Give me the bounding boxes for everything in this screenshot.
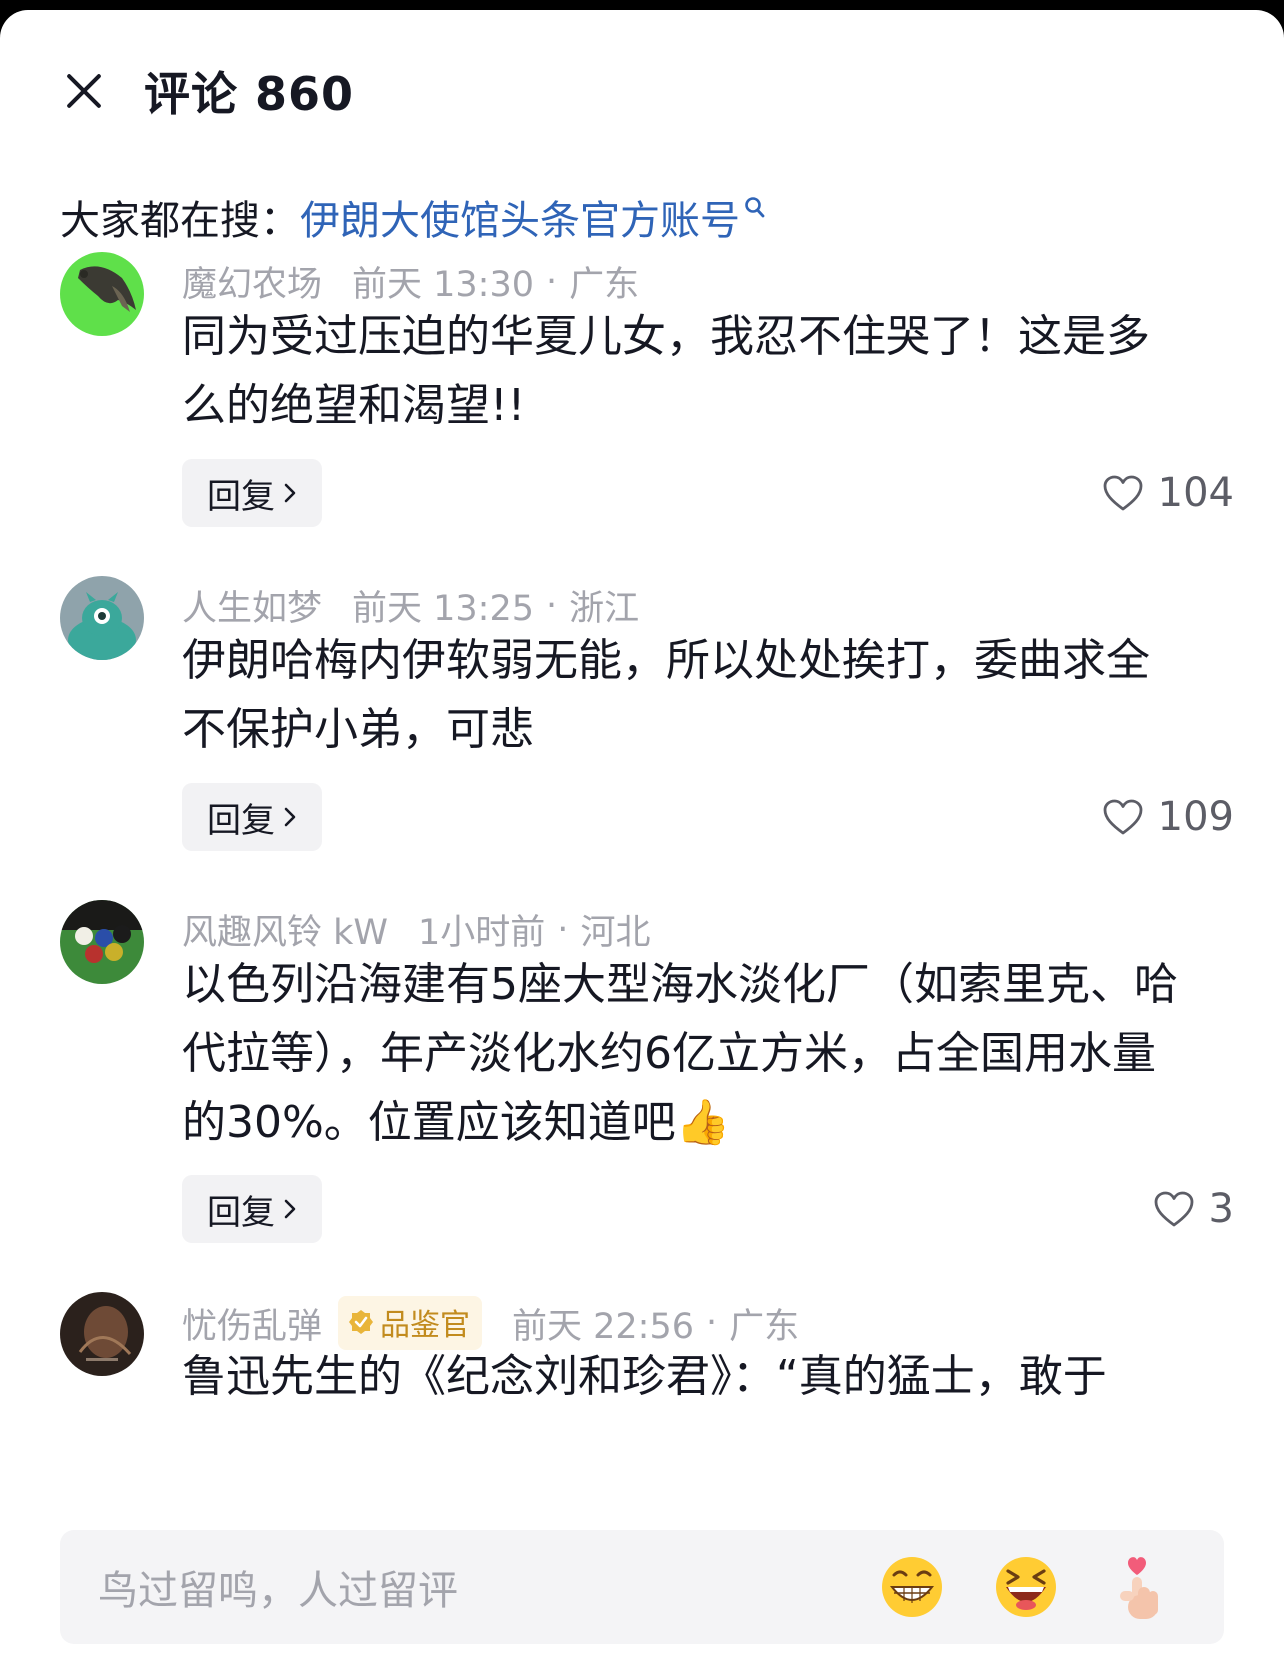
username[interactable]: 人生如梦 — [182, 580, 322, 631]
chevron-right-icon — [284, 483, 296, 503]
comment-location: 浙江 — [569, 589, 640, 629]
avatar[interactable] — [60, 576, 144, 660]
reply-button[interactable]: 回复 — [182, 1175, 322, 1243]
panel-header: 评论 860 — [60, 56, 354, 126]
comment-text: 以色列沿海建有5座大型海水淡化厂（如索里克、哈代拉等），年产淡化水约6亿立方米，… — [182, 959, 1178, 1148]
separator-dot: · — [546, 585, 558, 626]
like-button[interactable]: 3 — [1153, 1175, 1234, 1243]
like-button[interactable]: 109 — [1102, 783, 1234, 851]
comment-time: 1小时前 — [418, 913, 546, 953]
like-count: 3 — [1208, 1186, 1234, 1232]
comment-text: 鲁迅先生的《纪念刘和珍君》：“真的猛士，敢于 — [182, 1351, 1107, 1402]
grinning-face-emoji-button[interactable] — [876, 1551, 948, 1623]
heart-icon — [1154, 1191, 1193, 1227]
comment-location: 广东 — [729, 1306, 800, 1347]
reply-button[interactable]: 回复 — [182, 459, 322, 527]
comment-time: 前天 13:25 — [352, 589, 535, 629]
reply-label: 回复 — [207, 800, 275, 841]
hot-search-bar: 大家都在搜： 伊朗大使馆头条官方账号 — [60, 188, 766, 246]
hot-search-link[interactable]: 伊朗大使馆头条官方账号 — [300, 188, 766, 246]
like-button[interactable]: 104 — [1102, 459, 1234, 527]
comment-panel: 评论 860 大家都在搜： 伊朗大使馆头条官方账号 魔幻农场 前天 13:30 … — [0, 10, 1284, 1660]
heart-finger-emoji-button[interactable] — [1104, 1551, 1176, 1623]
comment-input[interactable]: 鸟过留鸣，人过留评 — [98, 1558, 876, 1616]
like-count: 109 — [1157, 794, 1234, 840]
comment-location: 河北 — [580, 913, 651, 953]
separator-dot: · — [557, 909, 569, 950]
hot-search-query: 伊朗大使馆头条官方账号 — [300, 198, 740, 244]
avatar[interactable] — [60, 900, 144, 984]
comment-location: 广东 — [569, 265, 640, 305]
heart-finger-icon — [1120, 1557, 1158, 1619]
like-count: 104 — [1157, 470, 1234, 516]
comment-text: 同为受过压迫的华夏儿女，我忍不住哭了！这是多么的绝望和渴望!! — [182, 311, 1150, 431]
avatar[interactable] — [60, 252, 144, 336]
separator-dot: · — [546, 261, 558, 302]
page-title: 评论 860 — [144, 67, 355, 121]
laughing-face-emoji-button[interactable] — [990, 1551, 1062, 1623]
heart-icon — [1103, 799, 1143, 835]
username[interactable]: 忧伤乱弹 — [182, 1298, 322, 1349]
separator-dot: · — [706, 1303, 718, 1343]
comment-input-bar[interactable]: 鸟过留鸣，人过留评 — [60, 1530, 1224, 1644]
chevron-right-icon — [284, 807, 296, 827]
comment-time: 前天 13:30 — [352, 265, 535, 305]
hot-search-label: 大家都在搜： — [60, 198, 300, 244]
reply-label: 回复 — [207, 476, 275, 517]
badge-check-icon — [349, 1310, 374, 1334]
grinning-face-icon — [882, 1557, 942, 1617]
username[interactable]: 魔幻农场 — [182, 256, 322, 307]
comment-text: 伊朗哈梅内伊软弱无能，所以处处挨打，委曲求全不保护小弟，可悲 — [182, 635, 1150, 755]
heart-icon — [1103, 475, 1143, 511]
reply-button[interactable]: 回复 — [182, 783, 322, 851]
username[interactable]: 风趣风铃 kW — [182, 904, 388, 955]
close-icon[interactable] — [60, 68, 106, 114]
avatar[interactable] — [60, 1292, 144, 1376]
laughing-face-icon — [996, 1557, 1056, 1617]
comment-meta: 魔幻农场 前天 13:30 · 广东 — [182, 256, 639, 307]
comment-meta: 人生如梦 前天 13:25 · 浙江 — [182, 580, 639, 631]
chevron-right-icon — [284, 1199, 296, 1219]
comment-meta: 风趣风铃 kW 1小时前 · 河北 — [182, 904, 650, 955]
comment-time: 前天 22:56 — [512, 1306, 695, 1347]
badge-label: 品鉴官 — [380, 1308, 471, 1343]
search-icon — [745, 197, 765, 218]
reply-label: 回复 — [207, 1192, 275, 1233]
